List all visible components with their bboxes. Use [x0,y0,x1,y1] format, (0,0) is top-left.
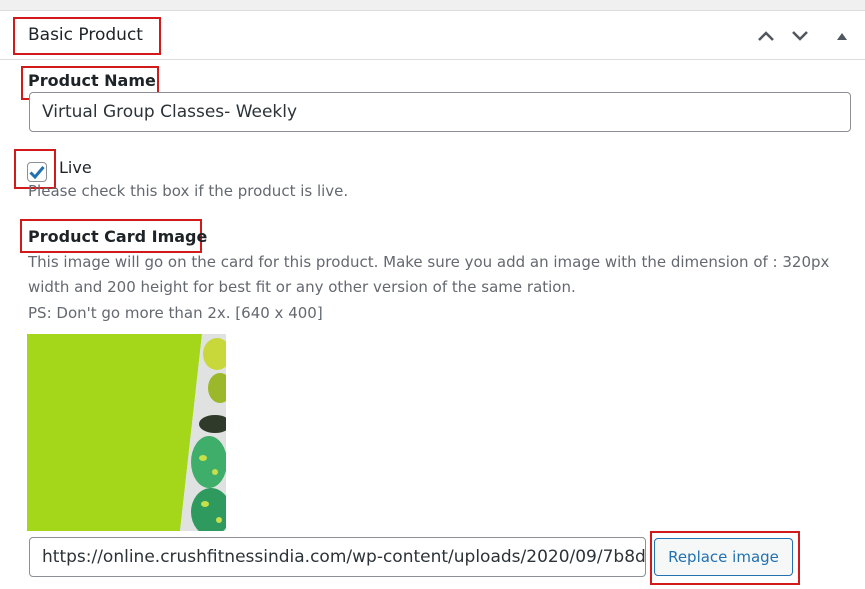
product-name-label: Product Name [28,71,156,90]
image-url-input[interactable]: https://online.crushfitnessindia.com/wp-… [29,537,646,577]
basic-product-panel: Basic Product Product Name Virtual Group… [0,10,865,589]
move-down-icon[interactable] [789,25,811,47]
move-up-icon[interactable] [755,25,777,47]
replace-image-button[interactable]: Replace image [654,538,793,576]
card-image-label: Product Card Image [28,227,208,246]
product-card-image-preview [27,334,226,531]
live-label: Live [59,158,92,177]
card-image-help-3: PS: Don't go more than 2x. [640 x 400] [28,304,323,322]
checkmark-icon [29,166,45,179]
product-name-input[interactable]: Virtual Group Classes- Weekly [29,92,851,132]
live-help-text: Please check this box if the product is … [28,182,349,200]
card-image-help-2: width and 200 height for best fit or any… [28,278,576,296]
card-image-help-1: This image will go on the card for this … [28,253,830,271]
toggle-panel-icon[interactable] [831,25,853,47]
panel-header: Basic Product [0,11,865,60]
panel-title: Basic Product [28,25,143,45]
